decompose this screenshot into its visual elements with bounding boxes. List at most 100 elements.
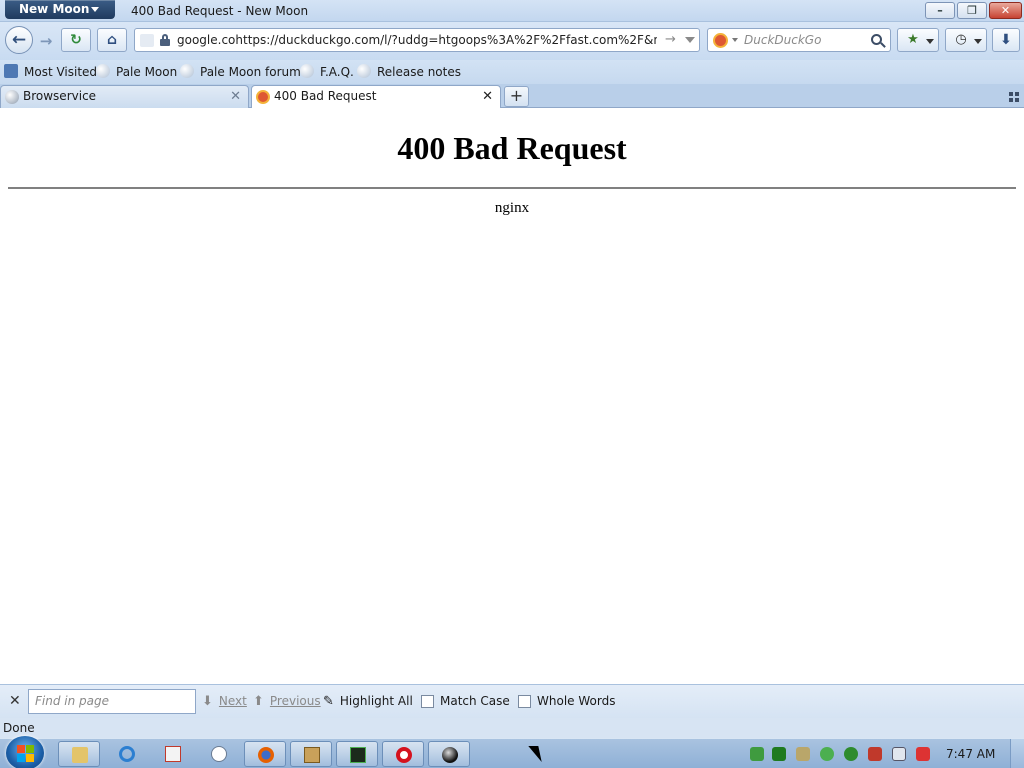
tray-volume-muted-icon[interactable] [916,747,930,761]
taskbar-internet-explorer[interactable] [106,741,148,767]
bookmark-label: Pale Moon [116,65,178,79]
tray-network-icon[interactable] [750,747,764,761]
history-menu-button[interactable]: ◷ [945,28,987,52]
minimize-button[interactable]: – [925,2,955,19]
find-input[interactable]: Find in page [28,689,196,714]
downloads-button[interactable]: ⬇ [992,28,1020,52]
tab-label: Browservice [23,89,97,103]
search-icon[interactable] [871,34,882,45]
tray-security-icon[interactable] [820,747,834,761]
search-bar[interactable]: DuckDuckGo [707,28,891,52]
lock-icon [160,34,170,46]
bookmark-release-notes[interactable]: Release notes [357,64,461,80]
taskbar-clock[interactable]: 7:47 AM [946,747,995,761]
bookmark-label: Most Visited [24,65,98,79]
back-button[interactable]: ← [5,26,33,54]
home-icon: ⌂ [106,32,118,48]
navigation-toolbar: ← → ↻ ⌂ google.cohttps://duckduckgo.com/… [0,22,1024,60]
close-tab-icon[interactable]: ✕ [482,86,493,107]
chat-icon [211,746,227,762]
close-find-bar-icon[interactable]: ✕ [9,693,21,709]
list-all-tabs-icon[interactable] [1009,92,1019,102]
reload-button[interactable]: ↻ [61,28,91,52]
go-arrow-icon[interactable]: → [665,32,676,47]
whole-words-checkbox[interactable] [518,695,531,708]
status-text: Done [3,721,35,735]
taskbar-chat[interactable] [198,741,240,767]
taskbar-pale-moon[interactable] [428,741,470,767]
taskbar-archive[interactable] [290,741,332,767]
find-next-button[interactable]: ⬇ Next [202,694,247,709]
url-text[interactable]: google.cohttps://duckduckgo.com/l/?uddg=… [177,33,657,47]
bookmarks-menu-button[interactable]: ★ [897,28,939,52]
forward-button[interactable]: → [36,31,56,51]
globe-icon [180,64,194,78]
globe-icon [5,90,19,104]
new-tab-button[interactable]: + [504,86,529,107]
find-next-label: Next [218,694,247,708]
tab-browservice[interactable]: Browservice ✕ [0,85,249,108]
bookmarks-toolbar: Most Visited Pale Moon Pale Moon forum F… [0,60,1024,84]
star-folder-icon [4,64,18,78]
tab-label: 400 Bad Request [274,89,377,103]
close-tab-icon[interactable]: ✕ [230,86,241,107]
bookmark-pale-moon-forum[interactable]: Pale Moon forum [180,64,301,80]
url-dropdown-icon[interactable] [685,37,695,43]
firefox-icon [258,747,274,763]
chevron-down-icon [91,7,99,12]
highlight-all-label: Highlight All [339,694,413,708]
tray-media-icon[interactable] [844,747,858,761]
notepad-icon [165,746,181,762]
restore-button[interactable]: ❐ [957,2,987,19]
bookmark-most-visited[interactable]: Most Visited [4,64,97,80]
tray-app-icon[interactable] [772,747,786,761]
match-case-checkbox[interactable] [421,695,434,708]
clock-icon: ◷ [955,32,967,47]
match-case-label[interactable]: Match Case [440,694,510,708]
search-placeholder[interactable]: DuckDuckGo [744,33,821,47]
arrow-right-icon: → [39,32,53,50]
bookmark-label: Release notes [377,65,461,79]
globe-icon [96,64,110,78]
tab-strip: Browservice ✕ 400 Bad Request ✕ + [0,84,1024,109]
internet-explorer-icon [119,746,135,762]
show-desktop-button[interactable] [1010,739,1024,768]
url-bar[interactable]: google.cohttps://duckduckgo.com/l/?uddg=… [134,28,700,52]
find-previous-label: Previous [269,694,321,708]
explorer-icon [72,747,88,763]
site-identity-icon[interactable] [140,34,154,47]
app-menu-label: New Moon [19,2,90,16]
start-button[interactable] [6,736,44,768]
terminal-icon [350,747,366,763]
engine-dropdown-icon[interactable] [732,38,738,42]
app-menu-button[interactable]: New Moon [5,0,115,19]
arrow-left-icon: ← [11,30,27,50]
plus-icon: + [509,86,524,105]
taskbar-notepad[interactable] [152,741,194,767]
close-icon: ✕ [1000,4,1011,17]
tray-display-icon[interactable] [892,747,906,761]
taskbar-firefox[interactable] [244,741,286,767]
whole-words-label[interactable]: Whole Words [537,694,615,708]
error-heading: 400 Bad Request [397,130,627,166]
chevron-down-icon [926,39,934,44]
bookmark-faq[interactable]: F.A.Q. [300,64,354,80]
duckduckgo-engine-icon[interactable] [713,33,728,48]
bookmark-pale-moon[interactable]: Pale Moon [96,64,177,80]
taskbar-opera[interactable] [382,741,424,767]
server-name: nginx [494,200,530,216]
reload-icon: ↻ [70,32,82,48]
taskbar-terminal[interactable] [336,741,378,767]
taskbar-explorer[interactable] [58,741,100,767]
find-previous-button[interactable]: ⬆ Previous [253,694,321,709]
close-window-button[interactable]: ✕ [989,2,1022,19]
arrow-down-icon: ⬇ [202,694,213,709]
highlight-all-button[interactable]: ✎ Highlight All [323,694,413,709]
tray-alert-icon[interactable] [868,747,882,761]
tab-400-bad-request[interactable]: 400 Bad Request ✕ [251,85,501,109]
home-button[interactable]: ⌂ [97,28,127,52]
duckduckgo-icon [256,90,270,104]
title-bar: New Moon 400 Bad Request - New Moon – ❐ … [0,0,1024,22]
horizontal-rule [8,187,1016,189]
tray-storage-icon[interactable] [796,747,810,761]
